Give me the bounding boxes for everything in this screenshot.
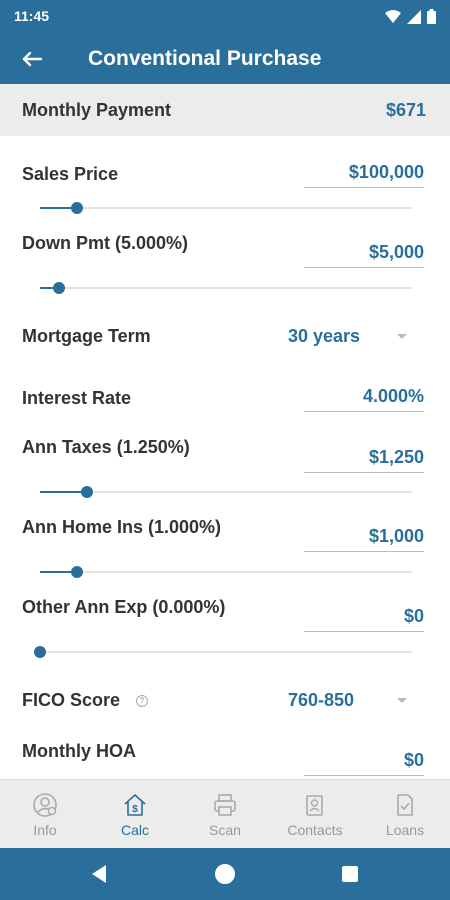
svg-text:$: $ [132,804,138,815]
slider-thumb[interactable] [52,282,65,294]
monthly-hoa-label: Monthly HOA [22,741,136,761]
chevron-down-icon[interactable] [397,334,407,339]
slider-thumb[interactable] [34,646,46,658]
battery-icon [427,9,436,29]
recents-square-icon[interactable] [342,866,358,882]
status-bar: 11:45 [0,0,450,34]
ann-taxes-field[interactable]: $1,250 [304,445,424,473]
sales-price-label: Sales Price [22,164,119,184]
monthly-hoa-field[interactable]: $0 [304,748,424,776]
contacts-icon [306,795,323,816]
sales-price-value: $100,000 [348,162,424,182]
mortgage-term-label: Mortgage Term [22,326,151,346]
nav-item-loans[interactable]: Loans [360,780,450,848]
page-title: Conventional Purchase [88,47,322,70]
slider-track [40,207,412,209]
slider-track [40,287,412,289]
ann-home-ins-label: Ann Home Ins (1.000%) [22,517,222,537]
ann-taxes-slider[interactable] [40,483,412,501]
other-ann-exp-field[interactable]: $0 [304,604,424,632]
other-ann-exp-label: Other Ann Exp (0.000%) [22,597,226,617]
monthly-payment-row: Monthly Payment $671 [0,84,450,136]
nav-label: Loans [385,822,425,838]
down-pmt-value: $5,000 [368,242,424,262]
ann-taxes-label: Ann Taxes (1.250%) [22,437,190,457]
document-check-icon [397,794,413,816]
app-bar: Conventional Purchase [0,34,450,84]
system-nav-bar [0,848,450,900]
back-triangle-icon[interactable] [92,865,106,883]
bottom-nav: Info $ Calc Scan Contacts Loans [0,779,450,848]
slider-track [40,651,412,653]
slider-track [40,571,412,573]
monthly-payment-value: $671 [385,100,426,120]
interest-rate-value: 4.000% [362,386,424,406]
ann-taxes-value: $1,250 [368,447,424,467]
nav-item-info[interactable]: Info [0,780,90,848]
nav-item-contacts[interactable]: Contacts [270,780,360,848]
sales-price-field[interactable]: $100,000 [304,160,424,188]
other-ann-exp-value: $0 [403,606,424,626]
home-circle-icon[interactable] [215,864,235,884]
mortgage-term-select[interactable]: 30 years [288,326,360,347]
fico-score-select[interactable]: 760-850 [288,690,354,711]
down-pmt-slider[interactable] [40,279,412,297]
down-pmt-field[interactable]: $5,000 [304,240,424,268]
back-arrow-icon[interactable] [18,46,46,72]
other-ann-exp-slider[interactable] [34,643,412,661]
nav-label: Contacts [287,822,343,838]
status-icons [385,9,436,29]
ann-home-ins-slider[interactable] [40,563,412,581]
signal-icon [407,9,421,29]
help-icon[interactable]: ? [136,695,148,707]
slider-track [40,491,412,493]
nav-label: Info [33,822,57,838]
nav-label: Scan [209,822,241,838]
status-time: 11:45 [14,8,50,24]
ann-home-ins-field[interactable]: $1,000 [304,524,424,552]
ann-home-ins-value: $1,000 [368,526,424,546]
wifi-icon [385,9,401,29]
slider-thumb[interactable] [71,566,84,578]
sales-price-slider[interactable] [40,199,412,217]
fico-score-label: FICO Score [22,690,121,710]
monthly-payment-label: Monthly Payment [22,100,172,120]
slider-fill [40,491,87,493]
house-dollar-icon: $ [124,794,146,816]
slider-thumb[interactable] [71,202,84,214]
slider-thumb[interactable] [80,486,93,498]
monthly-hoa-value: $0 [403,750,424,770]
down-pmt-label: Down Pmt (5.000%) [22,233,189,253]
printer-icon [214,794,236,816]
nav-item-scan[interactable]: Scan [180,780,270,848]
interest-rate-field[interactable]: 4.000% [304,384,424,412]
person-info-icon [33,793,57,817]
nav-item-calc[interactable]: $ Calc [90,780,180,848]
nav-label: Calc [120,822,149,838]
chevron-down-icon[interactable] [397,698,407,703]
interest-rate-label: Interest Rate [22,388,132,408]
